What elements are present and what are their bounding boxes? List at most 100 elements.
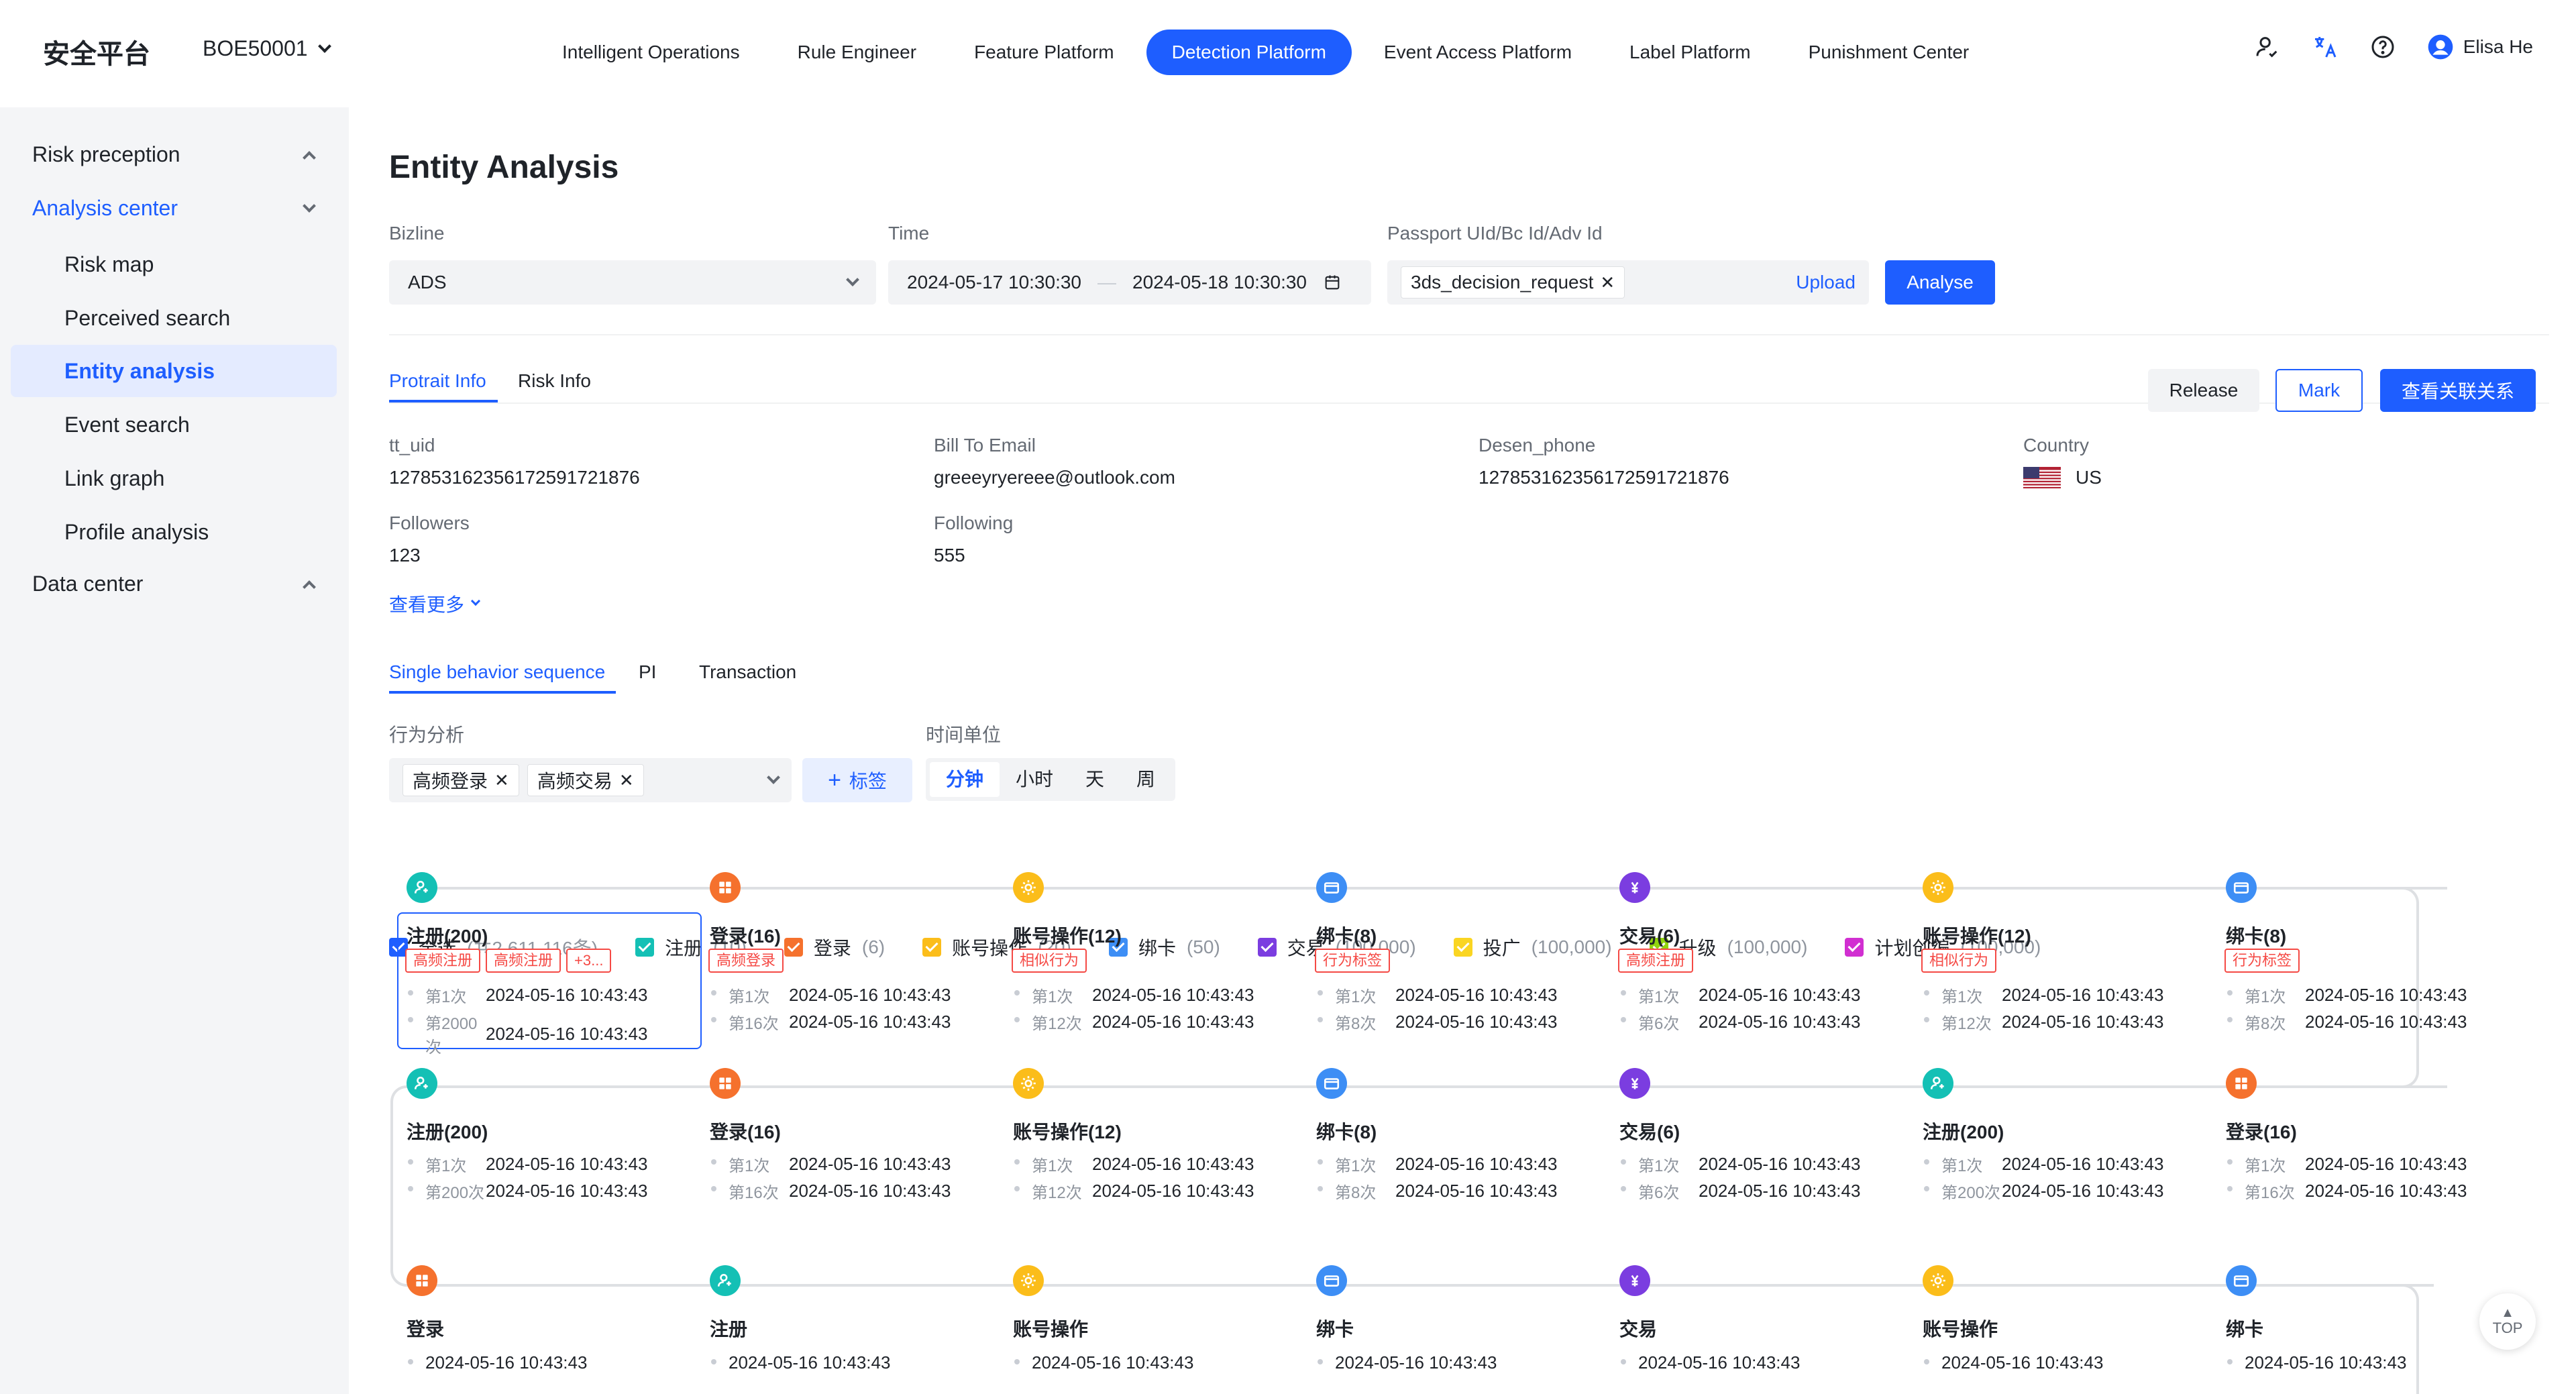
- login-icon: [407, 1265, 437, 1296]
- behavior-timeline: 注册(200) 高频注册 高频注册 +3... 第1次 2024-05-16 10:43:…: [349, 107, 2576, 1394]
- timeline-node[interactable]: 账号操作(12) 第1次 2024-05-16 10:43:43 第12次 2024-0…: [994, 1068, 1299, 1216]
- sidebar-item-risk-map[interactable]: Risk map: [11, 238, 337, 290]
- node-tags: 行为标签: [2224, 949, 2300, 973]
- sidebar-group-label: Analysis center: [32, 196, 178, 220]
- node-tags: 相似行为: [1921, 949, 1997, 973]
- occurrence-time: 2024-05-16 10:43:43: [2305, 1181, 2467, 1201]
- occurrence-index: 第200次: [407, 1179, 486, 1203]
- occurrence-index: 第1次: [1013, 1152, 1092, 1176]
- nav-label-platform[interactable]: Label Platform: [1604, 30, 1776, 75]
- tenant-name: BOE50001: [203, 36, 308, 60]
- behavior-tag[interactable]: 高频注册: [1618, 949, 1694, 973]
- timeline-node[interactable]: 绑卡(8) 行为标签 第1次 2024-05-16 10:43:43 第8次 2024-0…: [1297, 872, 1602, 1033]
- timeline-node[interactable]: 登录 2024-05-16 10:43:43: [388, 1265, 692, 1394]
- nav-intelligent-operations[interactable]: Intelligent Operations: [537, 30, 765, 75]
- node-tags: 行为标签: [1315, 949, 1391, 973]
- timeline-node[interactable]: 注册 2024-05-16 10:43:43: [691, 1265, 996, 1394]
- account-operation-icon: [1013, 1265, 1044, 1296]
- timeline-node[interactable]: 交易 2024-05-16 10:43:43: [1601, 1265, 1905, 1394]
- top-icons: Elisa He: [2254, 34, 2533, 60]
- user-menu[interactable]: Elisa He: [2427, 34, 2533, 60]
- node-title: 绑卡(8): [1316, 1122, 1377, 1142]
- chevron-down-icon: [303, 199, 316, 213]
- timeline-node[interactable]: 账号操作(12) 相似行为 第1次 2024-05-16 10:43:43 第12次 20…: [1904, 872, 2208, 1033]
- sidebar-item-link-graph[interactable]: Link graph: [11, 452, 337, 504]
- node-title: 绑卡(8): [2226, 926, 2287, 947]
- nav-punishment-center[interactable]: Punishment Center: [1783, 30, 1995, 75]
- timeline-node[interactable]: 账号操作 2024-05-16 10:43:43: [1904, 1265, 2208, 1394]
- nav-detection-platform[interactable]: Detection Platform: [1146, 30, 1352, 75]
- timeline-node[interactable]: 登录(16) 第1次 2024-05-16 10:43:43 第16次 2024-05-…: [691, 1068, 996, 1216]
- node-occurrence-row: 第2000次 2024-05-16 10:43:43: [407, 1010, 647, 1057]
- node-title: 账号操作: [1923, 1319, 1998, 1340]
- timeline-node[interactable]: 登录(16) 第1次 2024-05-16 10:43:43 第16次 2024-05-…: [2207, 1068, 2512, 1216]
- node-title: 登录(16): [710, 926, 781, 947]
- caret-up-icon: ▲: [2501, 1305, 2514, 1320]
- node-title: 账号操作(12): [1923, 926, 2031, 947]
- help-icon[interactable]: [2369, 34, 2396, 60]
- node-occurrence-row: 第6次 2024-05-16 10:43:43: [1619, 1179, 1860, 1203]
- behavior-tag[interactable]: +3...: [566, 949, 612, 973]
- behavior-tag[interactable]: 相似行为: [1921, 949, 1997, 973]
- timeline-node[interactable]: 绑卡 2024-05-16 10:43:43: [1297, 1265, 1602, 1394]
- timeline-node[interactable]: 登录(16) 高频登录 第1次 2024-05-16 10:43:43 第16次 2024…: [691, 872, 996, 1033]
- node-occurrence-row: 第1次 2024-05-16 10:43:43: [407, 983, 647, 1007]
- register-icon: [1923, 1068, 1953, 1099]
- back-to-top-button[interactable]: ▲ TOP: [2479, 1293, 2536, 1350]
- behavior-tag[interactable]: 高频注册: [405, 949, 481, 973]
- nav-rule-engineer[interactable]: Rule Engineer: [772, 30, 942, 75]
- node-title: 账号操作(12): [1013, 1122, 1122, 1142]
- timeline-node[interactable]: 注册(200) 高频注册 高频注册 +3... 第1次 2024-05-16 10:43:…: [388, 872, 692, 1057]
- timeline-node[interactable]: 交易(6) 第1次 2024-05-16 10:43:43 第6次 2024-05-16…: [1601, 1068, 1905, 1216]
- node-occurrence-row: 第8次 2024-05-16 10:43:43: [1316, 1010, 1557, 1034]
- brand-title[interactable]: 安全平台: [43, 32, 150, 71]
- node-tags: 相似行为: [1012, 949, 1087, 973]
- behavior-tag[interactable]: 行为标签: [1315, 949, 1391, 973]
- timeline-node[interactable]: 绑卡(8) 第1次 2024-05-16 10:43:43 第8次 2024-05-16…: [1297, 1068, 1602, 1216]
- timeline-node[interactable]: 账号操作(12) 相似行为 第1次 2024-05-16 10:43:43 第12次 20…: [994, 872, 1299, 1033]
- occurrence-index: 第1次: [1316, 983, 1395, 1007]
- translate-icon[interactable]: [2312, 34, 2339, 60]
- sidebar-group-analysis-center[interactable]: Analysis center: [32, 196, 316, 221]
- occurrence-time: 2024-05-16 10:43:43: [2002, 1154, 2164, 1174]
- user-check-icon[interactable]: [2254, 34, 2281, 60]
- node-occurrence-row: 第16次 2024-05-16 10:43:43: [2226, 1179, 2467, 1203]
- account-operation-icon: [1923, 1265, 1953, 1296]
- timeline-node[interactable]: 注册(200) 第1次 2024-05-16 10:43:43 第200次 2024-0…: [1904, 1068, 2208, 1216]
- behavior-tag[interactable]: 高频注册: [486, 949, 561, 973]
- nav-feature-platform[interactable]: Feature Platform: [949, 30, 1140, 75]
- node-title: 登录(16): [710, 1122, 781, 1142]
- occurrence-time: 2024-05-16 10:43:43: [1092, 1154, 1254, 1174]
- occurrence-time: 2024-05-16 10:43:43: [1092, 1181, 1254, 1201]
- sidebar-item-perceived-search[interactable]: Perceived search: [11, 292, 337, 344]
- sidebar-item-event-search[interactable]: Event search: [11, 398, 337, 451]
- sidebar: Risk preception Analysis center Risk map…: [0, 107, 349, 1394]
- occurrence-index: 第2000次: [407, 1010, 486, 1057]
- sidebar-group-risk-preception[interactable]: Risk preception: [32, 142, 316, 167]
- behavior-tag[interactable]: 行为标签: [2224, 949, 2300, 973]
- tenant-selector[interactable]: BOE50001: [203, 36, 331, 61]
- node-title: 账号操作(12): [1013, 926, 1122, 947]
- nav-event-access-platform[interactable]: Event Access Platform: [1358, 30, 1597, 75]
- node-title: 账号操作: [1013, 1319, 1089, 1340]
- timeline-node[interactable]: 绑卡 2024-05-16 10:43:43: [2207, 1265, 2512, 1394]
- node-occurrence-row: 第1次 2024-05-16 10:43:43: [1619, 1152, 1860, 1176]
- sidebar-group-data-center[interactable]: Data center: [32, 572, 316, 596]
- occurrence-time: 2024-05-16 10:43:43: [789, 1012, 951, 1032]
- timeline-node[interactable]: 注册(200) 第1次 2024-05-16 10:43:43 第200次 2024-0…: [388, 1068, 692, 1216]
- occurrence-index: 第8次: [1316, 1179, 1395, 1203]
- node-title: 登录: [407, 1319, 445, 1340]
- timeline-node[interactable]: 账号操作 2024-05-16 10:43:43: [994, 1265, 1299, 1394]
- occurrence-time: 2024-05-16 10:43:43: [1092, 985, 1254, 1005]
- occurrence-time: 2024-05-16 10:43:43: [486, 1023, 648, 1044]
- timeline-node[interactable]: 绑卡(8) 行为标签 第1次 2024-05-16 10:43:43 第8次 2024-0…: [2207, 872, 2512, 1033]
- behavior-tag[interactable]: 高频登录: [708, 949, 784, 973]
- sidebar-item-profile-analysis[interactable]: Profile analysis: [11, 506, 337, 558]
- occurrence-time: 2024-05-16 10:43:43: [1699, 1181, 1861, 1201]
- bind-card-icon: [1316, 872, 1347, 903]
- timeline-node[interactable]: 交易(6) 高频注册 第1次 2024-05-16 10:43:43 第6次 2024-0…: [1601, 872, 1905, 1033]
- behavior-tag[interactable]: 相似行为: [1012, 949, 1087, 973]
- node-title: 绑卡: [1316, 1319, 1354, 1340]
- sidebar-item-entity-analysis[interactable]: Entity analysis: [11, 345, 337, 397]
- node-occurrence-row: 第1次 2024-05-16 10:43:43: [710, 983, 951, 1007]
